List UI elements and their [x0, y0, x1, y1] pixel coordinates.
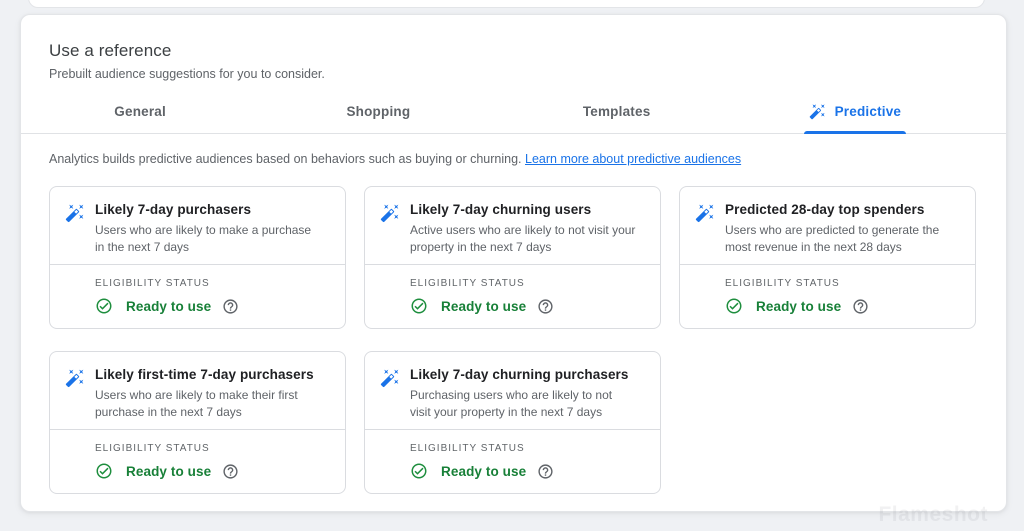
- help-icon[interactable]: [537, 298, 554, 315]
- use-a-reference-panel: Use a reference Prebuilt audience sugges…: [20, 14, 1007, 512]
- help-icon[interactable]: [222, 298, 239, 315]
- card-title: Likely first-time 7-day purchasers: [95, 367, 329, 382]
- predictive-info-text: Analytics builds predictive audiences ba…: [21, 134, 1006, 166]
- card-eligibility-section: ELIGIBILITY STATUS Ready to use: [365, 429, 660, 480]
- card-description: Users who are likely to make a purchase …: [95, 222, 329, 257]
- tab-label: Shopping: [346, 104, 410, 119]
- card-predicted-28-day-top-spenders[interactable]: Predicted 28-day top spenders Users who …: [679, 186, 976, 329]
- card-eligibility-section: ELIGIBILITY STATUS Ready to use: [365, 264, 660, 315]
- help-icon[interactable]: [537, 463, 554, 480]
- card-top: Likely 7-day purchasers Users who are li…: [50, 187, 345, 264]
- card-title: Likely 7-day churning users: [410, 202, 644, 217]
- check-circle-icon: [410, 297, 428, 315]
- info-text: Analytics builds predictive audiences ba…: [49, 152, 522, 166]
- card-likely-7-day-churning-users[interactable]: Likely 7-day churning users Active users…: [364, 186, 661, 329]
- check-circle-icon: [410, 462, 428, 480]
- card-title: Likely 7-day purchasers: [95, 202, 329, 217]
- eligibility-status-label: ELIGIBILITY STATUS: [410, 443, 644, 454]
- magic-wand-icon: [695, 203, 715, 223]
- card-top: Predicted 28-day top spenders Users who …: [680, 187, 975, 264]
- magic-wand-icon: [65, 368, 85, 388]
- page-title: Use a reference: [49, 41, 978, 61]
- card-title: Predicted 28-day top spenders: [725, 202, 959, 217]
- eligibility-status-label: ELIGIBILITY STATUS: [725, 278, 959, 289]
- status-badge: Ready to use: [126, 299, 211, 314]
- eligibility-status-label: ELIGIBILITY STATUS: [410, 278, 644, 289]
- card-likely-7-day-churning-purchasers[interactable]: Likely 7-day churning purchasers Purchas…: [364, 351, 661, 494]
- card-eligibility-section: ELIGIBILITY STATUS Ready to use: [680, 264, 975, 315]
- card-top: Likely first-time 7-day purchasers Users…: [50, 352, 345, 429]
- tab-shopping[interactable]: Shopping: [259, 90, 497, 133]
- help-icon[interactable]: [852, 298, 869, 315]
- tab-predictive[interactable]: Predictive: [736, 90, 974, 133]
- card-description: Purchasing users who are likely to not v…: [410, 387, 644, 422]
- card-eligibility-section: ELIGIBILITY STATUS Ready to use: [50, 264, 345, 315]
- check-circle-icon: [725, 297, 743, 315]
- magic-wand-icon: [380, 368, 400, 388]
- help-icon[interactable]: [222, 463, 239, 480]
- card-likely-7-day-purchasers[interactable]: Likely 7-day purchasers Users who are li…: [49, 186, 346, 329]
- card-description: Active users who are likely to not visit…: [410, 222, 644, 257]
- audience-cards-grid: Likely 7-day purchasers Users who are li…: [21, 166, 1006, 512]
- active-tab-indicator: [804, 131, 906, 134]
- magic-wand-icon: [809, 103, 826, 120]
- check-circle-icon: [95, 297, 113, 315]
- magic-wand-icon: [380, 203, 400, 223]
- previous-section-edge: [28, 0, 985, 8]
- status-badge: Ready to use: [126, 464, 211, 479]
- tab-label: Templates: [583, 104, 651, 119]
- status-badge: Ready to use: [441, 299, 526, 314]
- eligibility-status-label: ELIGIBILITY STATUS: [95, 443, 329, 454]
- card-description: Users who are predicted to generate the …: [725, 222, 959, 257]
- card-title: Likely 7-day churning purchasers: [410, 367, 644, 382]
- card-top: Likely 7-day churning users Active users…: [365, 187, 660, 264]
- tab-general[interactable]: General: [21, 90, 259, 133]
- eligibility-status-label: ELIGIBILITY STATUS: [95, 278, 329, 289]
- panel-header: Use a reference Prebuilt audience sugges…: [21, 15, 1006, 81]
- status-badge: Ready to use: [756, 299, 841, 314]
- status-badge: Ready to use: [441, 464, 526, 479]
- card-eligibility-section: ELIGIBILITY STATUS Ready to use: [50, 429, 345, 480]
- magic-wand-icon: [65, 203, 85, 223]
- page-subtitle: Prebuilt audience suggestions for you to…: [49, 67, 978, 81]
- check-circle-icon: [95, 462, 113, 480]
- card-likely-first-time-7-day-purchasers[interactable]: Likely first-time 7-day purchasers Users…: [49, 351, 346, 494]
- card-description: Users who are likely to make their first…: [95, 387, 329, 422]
- tab-bar: General Shopping Templates Predictive: [21, 90, 1006, 134]
- tab-templates[interactable]: Templates: [498, 90, 736, 133]
- learn-more-link[interactable]: Learn more about predictive audiences: [525, 152, 741, 166]
- tab-label: General: [114, 104, 166, 119]
- card-top: Likely 7-day churning purchasers Purchas…: [365, 352, 660, 429]
- tab-label: Predictive: [835, 104, 902, 119]
